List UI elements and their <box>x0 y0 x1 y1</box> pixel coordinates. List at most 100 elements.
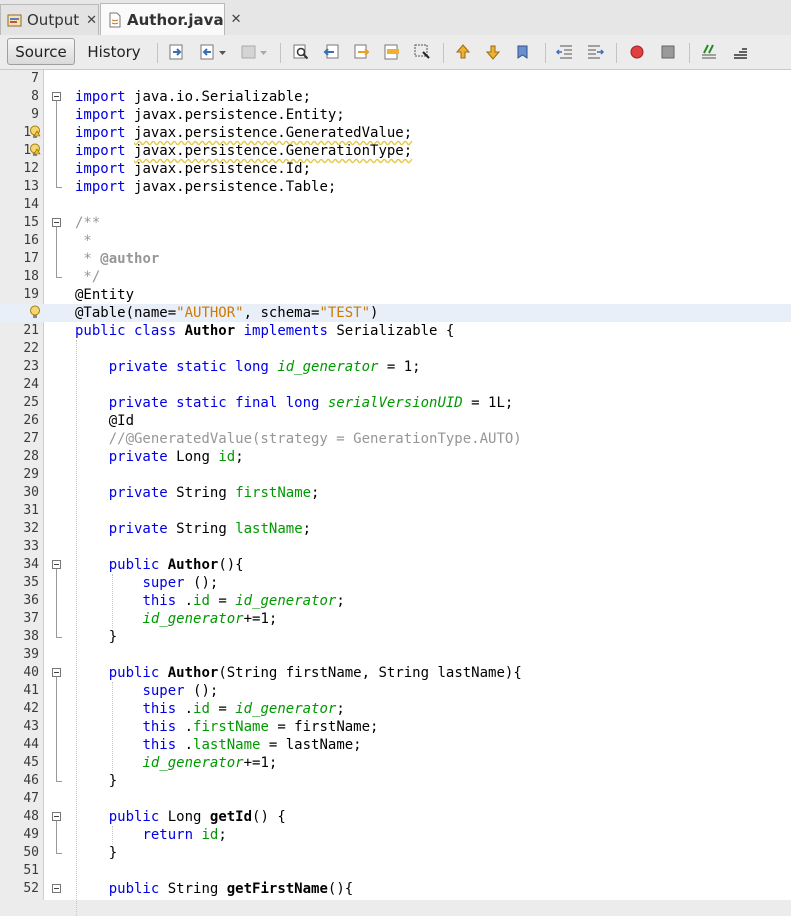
tab-output[interactable]: Output ✕ <box>0 4 99 35</box>
code-token: id_generator <box>235 593 337 609</box>
code-line[interactable]: 26 @Id <box>0 412 791 430</box>
source-button[interactable]: Source <box>7 38 75 65</box>
shift-left-icon[interactable] <box>556 43 574 61</box>
last-edit-icon[interactable] <box>168 43 186 61</box>
warning-bulb-icon[interactable] <box>29 143 41 158</box>
code-line[interactable]: 14 <box>0 196 791 214</box>
code-line[interactable]: 16 * <box>0 232 791 250</box>
tab-output-label: Output <box>27 11 80 29</box>
start-macro-icon[interactable] <box>628 43 646 61</box>
line-number: 38 <box>23 629 39 644</box>
code-line[interactable]: 49 return id; <box>0 826 791 844</box>
code-line[interactable]: 41 super (); <box>0 682 791 700</box>
code-line[interactable]: 13 import javax.persistence.Table; <box>0 178 791 196</box>
find-icon[interactable] <box>292 43 310 61</box>
code-line[interactable]: 38 } <box>0 628 791 646</box>
code-line[interactable]: 28 private Long id; <box>0 448 791 466</box>
indent-guide <box>112 574 113 628</box>
fold-toggle-icon[interactable] <box>52 92 61 101</box>
code-line[interactable]: 45 id_generator+=1; <box>0 754 791 772</box>
code-line[interactable]: @Table(name="AUTHOR", schema="TEST") <box>0 304 791 322</box>
chevron-down-icon[interactable] <box>259 43 269 61</box>
uncomment-icon[interactable] <box>731 43 749 61</box>
line-number: 44 <box>23 737 39 752</box>
comment-icon[interactable] <box>700 43 718 61</box>
code-line[interactable]: 42 this .id = id_generator; <box>0 700 791 718</box>
line-number: 37 <box>23 611 39 626</box>
code-token: = 1L; <box>462 395 514 411</box>
code-line[interactable]: 25 private static final long serialVersi… <box>0 394 791 412</box>
code-line[interactable]: 10import javax.persistence.GeneratedValu… <box>0 124 791 142</box>
code-line[interactable]: 39 <box>0 646 791 664</box>
line-number: 40 <box>23 665 39 680</box>
code-line[interactable]: 35 super (); <box>0 574 791 592</box>
code-line[interactable]: 9 import javax.persistence.Entity; <box>0 106 791 124</box>
code-line[interactable]: 22 <box>0 340 791 358</box>
code-line[interactable]: 11import javax.persistence.GenerationTyp… <box>0 142 791 160</box>
hint-bulb-icon[interactable] <box>29 305 41 320</box>
code-token: String <box>167 881 227 897</box>
line-number: 30 <box>23 485 39 500</box>
code-line[interactable]: 12 import javax.persistence.Id; <box>0 160 791 178</box>
toggle-highlight-icon[interactable] <box>383 43 401 61</box>
code-line[interactable]: 32 private String lastName; <box>0 520 791 538</box>
toggle-rectangular-selection-icon[interactable] <box>413 43 431 61</box>
code-line[interactable]: 44 this .lastName = lastName; <box>0 736 791 754</box>
code-line[interactable]: 15 /** <box>0 214 791 232</box>
chevron-down-icon[interactable] <box>218 43 228 61</box>
close-icon[interactable]: ✕ <box>86 13 97 28</box>
code-token: java.io.Serializable; <box>134 89 312 105</box>
next-bookmark-icon[interactable] <box>484 43 502 61</box>
history-button[interactable]: History <box>80 38 148 65</box>
previous-bookmark-icon[interactable] <box>454 43 472 61</box>
code-token: return <box>142 827 194 843</box>
code-line[interactable]: 19 @Entity <box>0 286 791 304</box>
code-line[interactable]: 24 <box>0 376 791 394</box>
code-line[interactable]: 31 <box>0 502 791 520</box>
code-text: /** <box>75 214 100 232</box>
code-token: getFirstName <box>226 881 328 897</box>
code-line[interactable]: 36 this .id = id_generator; <box>0 592 791 610</box>
code-line[interactable]: 29 <box>0 466 791 484</box>
fold-toggle-icon[interactable] <box>52 668 61 677</box>
code-line[interactable]: 33 <box>0 538 791 556</box>
line-number: 36 <box>23 593 39 608</box>
line-number: 19 <box>23 287 39 302</box>
find-next-icon[interactable] <box>353 43 371 61</box>
code-line[interactable]: 30 private String firstName; <box>0 484 791 502</box>
fold-toggle-icon[interactable] <box>52 560 61 569</box>
code-line[interactable]: 34 public Author(){ <box>0 556 791 574</box>
code-line[interactable]: 43 this .firstName = firstName; <box>0 718 791 736</box>
code-line[interactable]: 51 <box>0 862 791 880</box>
code-line[interactable]: 18 */ <box>0 268 791 286</box>
forward-icon[interactable] <box>240 43 258 61</box>
code-line[interactable]: 47 <box>0 790 791 808</box>
code-line[interactable]: 37 id_generator+=1; <box>0 610 791 628</box>
find-previous-icon[interactable] <box>322 43 340 61</box>
code-line[interactable]: 48 public Long getId() { <box>0 808 791 826</box>
fold-toggle-icon[interactable] <box>52 884 61 893</box>
code-token: ; <box>218 827 227 843</box>
shift-right-icon[interactable] <box>586 43 604 61</box>
code-line[interactable]: 23 private static long id_generator = 1; <box>0 358 791 376</box>
code-line[interactable]: 46 } <box>0 772 791 790</box>
code-line[interactable]: 40 public Author(String firstName, Strin… <box>0 664 791 682</box>
close-icon[interactable]: ✕ <box>231 12 242 27</box>
tab-author-java[interactable]: Author.java ✕ <box>100 3 241 35</box>
code-editor[interactable]: 7 8 import java.io.Serializable; 9 import ja… <box>0 70 791 916</box>
code-line[interactable]: 21 public class Author implements Seriali… <box>0 322 791 340</box>
code-line[interactable]: 7 <box>0 70 791 88</box>
line-number: 15 <box>23 215 39 230</box>
code-token: "AUTHOR" <box>176 305 244 321</box>
code-line[interactable]: 50 } <box>0 844 791 862</box>
stop-macro-icon[interactable] <box>659 43 677 61</box>
fold-toggle-icon[interactable] <box>52 218 61 227</box>
code-line[interactable]: 52 public String getFirstName(){ <box>0 880 791 898</box>
code-line[interactable]: 17 * @author <box>0 250 791 268</box>
code-line[interactable]: 27 //@GeneratedValue(strategy = Generati… <box>0 430 791 448</box>
code-line[interactable]: 8 import java.io.Serializable; <box>0 88 791 106</box>
fold-toggle-icon[interactable] <box>52 812 61 821</box>
toggle-bookmark-icon[interactable] <box>514 43 532 61</box>
back-icon[interactable] <box>199 43 217 61</box>
warning-bulb-icon[interactable] <box>29 125 41 140</box>
